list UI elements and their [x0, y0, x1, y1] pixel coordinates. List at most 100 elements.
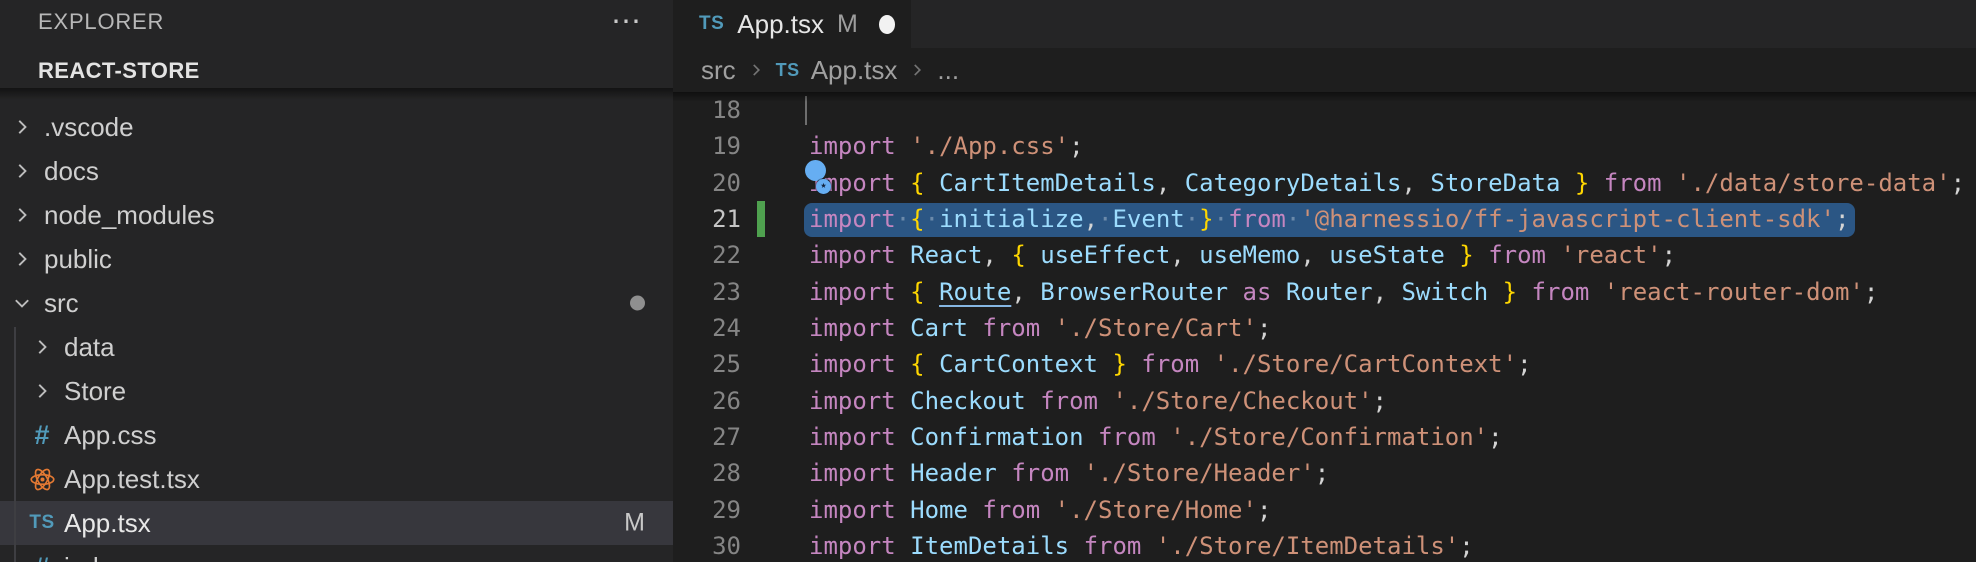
- explorer-sidebar: EXPLORER ⋯ REACT-STORE .vscode docs node_m…: [0, 0, 673, 562]
- tree-item-label: docs: [44, 156, 99, 187]
- code-text: import Header from './Store/Header';: [809, 455, 1329, 491]
- tab-label: App.tsx: [737, 9, 824, 40]
- tree-item-app-test-tsx[interactable]: App.test.tsx: [0, 457, 673, 501]
- breadcrumb-bar: src TS App.tsx...: [673, 48, 1976, 92]
- code-line[interactable]: 30 import ItemDetails from './Store/ItemD…: [673, 528, 1976, 562]
- more-actions-icon[interactable]: ⋯: [611, 12, 643, 32]
- sidebar-scroll-shadow: [0, 88, 673, 100]
- code-line[interactable]: 20 import { CartItemDetails, CategoryDeta…: [673, 165, 1976, 201]
- typescript-file-icon: TS: [26, 512, 58, 534]
- code-line[interactable]: 23 import { Route, BrowserRouter as Route…: [673, 274, 1976, 310]
- line-number[interactable]: 22: [673, 237, 741, 273]
- file-tree: .vscode docs node_modulespublic src data Stor…: [0, 105, 673, 562]
- chevron-right-icon: [6, 160, 38, 182]
- project-section-header[interactable]: REACT-STORE: [0, 56, 673, 86]
- code-line[interactable]: 18: [673, 92, 1976, 128]
- chevron-right-icon: [6, 248, 38, 270]
- line-number[interactable]: 29: [673, 492, 741, 528]
- tree-item-label: .vscode: [44, 112, 134, 143]
- tree-item-label: data: [64, 332, 115, 363]
- code-line[interactable]: 28 import Header from './Store/Header';: [673, 455, 1976, 491]
- explorer-title: EXPLORER: [38, 9, 164, 35]
- tree-item-src[interactable]: src: [0, 281, 673, 325]
- explorer-header: EXPLORER ⋯: [0, 0, 673, 40]
- chevron-right-icon: [26, 380, 58, 402]
- tab-bar-empty-space: [911, 0, 1976, 48]
- line-number[interactable]: 20: [673, 165, 741, 201]
- tree-item-app-css[interactable]: #App.css: [0, 413, 673, 457]
- tree-item-label: src: [44, 288, 79, 319]
- tree-item-data[interactable]: data: [0, 325, 673, 369]
- tree-item-label: App.css: [64, 420, 157, 451]
- line-number[interactable]: 18: [673, 92, 741, 128]
- line-number[interactable]: 21: [673, 201, 741, 237]
- css-file-icon: #: [26, 552, 58, 562]
- code-line[interactable]: 22 import React, { useEffect, useMemo, us…: [673, 237, 1976, 273]
- code-text: import Confirmation from './Store/Confir…: [809, 419, 1503, 455]
- typescript-icon: TS: [699, 13, 724, 35]
- line-number[interactable]: 28: [673, 455, 741, 491]
- code-text: import Home from './Store/Home';: [809, 492, 1271, 528]
- tree-item-index-css[interactable]: # index.css: [0, 545, 673, 562]
- chevron-right-icon: [747, 61, 765, 79]
- editor-group: TS App.tsx M src TS App.tsx... 1819 import …: [673, 0, 1976, 562]
- code-text: import Cart from './Store/Cart';: [809, 310, 1271, 346]
- code-text: import './App.css';: [809, 128, 1084, 164]
- code-text: import { CartItemDetails, CategoryDetail…: [809, 165, 1965, 201]
- code-text: import·{·initialize,·Event·}·from·'@harn…: [809, 201, 1855, 237]
- chevron-right-icon: [6, 204, 38, 226]
- code-line[interactable]: 19 import './App.css';: [673, 128, 1976, 164]
- tree-item-docs[interactable]: docs: [0, 149, 673, 193]
- code-line[interactable]: 29 import Home from './Store/Home';: [673, 492, 1976, 528]
- tree-item-label: node_modules: [44, 200, 215, 231]
- tree-indent-guide: [14, 327, 16, 562]
- code-line[interactable]: 26 import Checkout from './Store/Checkout…: [673, 383, 1976, 419]
- line-number[interactable]: 24: [673, 310, 741, 346]
- tree-item-label: App.tsx: [64, 508, 151, 539]
- tree-item-public[interactable]: public: [0, 237, 673, 281]
- tree-item--vscode[interactable]: .vscode: [0, 105, 673, 149]
- code-lines[interactable]: 1819 import './App.css'; 20 import { CartIt…: [673, 92, 1976, 562]
- tab-bar: TS App.tsx M: [673, 0, 1976, 48]
- line-number[interactable]: 25: [673, 346, 741, 382]
- breadcrumb-item[interactable]: App.tsx: [811, 55, 898, 86]
- code-text: import Checkout from './Store/Checkout';: [809, 383, 1387, 419]
- code-line[interactable]: 24 import Cart from './Store/Cart';: [673, 310, 1976, 346]
- css-file-icon: #: [26, 420, 58, 451]
- tree-item-label: Store: [64, 376, 126, 407]
- chevron-down-icon: [6, 292, 38, 314]
- line-number[interactable]: 26: [673, 383, 741, 419]
- line-number[interactable]: 27: [673, 419, 741, 455]
- breadcrumb-item[interactable]: src: [701, 55, 736, 86]
- tree-item-node-modules[interactable]: node_modules: [0, 193, 673, 237]
- tree-item-app-tsx[interactable]: TS App.tsx M: [0, 501, 673, 545]
- tree-item-store[interactable]: Store: [0, 369, 673, 413]
- code-line[interactable]: 27 import Confirmation from './Store/Conf…: [673, 419, 1976, 455]
- code-text: import { Route, BrowserRouter as Router,…: [809, 274, 1878, 310]
- chevron-right-icon: [908, 61, 926, 79]
- breadcrumb-item[interactable]: ...: [937, 55, 959, 86]
- modified-line-gutter-indicator: [757, 201, 765, 237]
- vscode-window: EXPLORER ⋯ REACT-STORE .vscode docs node_m…: [0, 0, 1976, 562]
- tree-item-label: public: [44, 244, 112, 275]
- tab-app-tsx[interactable]: TS App.tsx M: [673, 0, 911, 48]
- text-cursor: [805, 96, 807, 125]
- git-modified-badge: M: [624, 509, 645, 538]
- tree-item-label: index.css: [64, 552, 172, 562]
- chevron-right-icon: [6, 116, 38, 138]
- code-line[interactable]: 25import { CartContext } from './Store/C…: [673, 346, 1976, 382]
- code-line[interactable]: 21 import·{·initialize,·Event·}·from·'@ha…: [673, 201, 1976, 237]
- tree-item-label: App.test.tsx: [64, 464, 200, 495]
- chevron-right-icon: [26, 336, 58, 358]
- selection-highlight: import·{·initialize,·Event·}·from·'@harn…: [804, 203, 1855, 237]
- code-text: import React, { useEffect, useMemo, useS…: [809, 237, 1676, 273]
- folder-modified-dot-badge: [630, 296, 645, 311]
- line-number[interactable]: 23: [673, 274, 741, 310]
- line-number[interactable]: 19: [673, 128, 741, 164]
- unsaved-changes-dot-icon[interactable]: [879, 15, 895, 34]
- line-number[interactable]: 30: [673, 528, 741, 562]
- react-test-file-icon: [26, 466, 58, 493]
- code-text: import ItemDetails from './Store/ItemDet…: [809, 528, 1474, 562]
- typescript-icon: TS: [776, 60, 800, 81]
- collaborator-badge-icon: ★: [816, 179, 831, 194]
